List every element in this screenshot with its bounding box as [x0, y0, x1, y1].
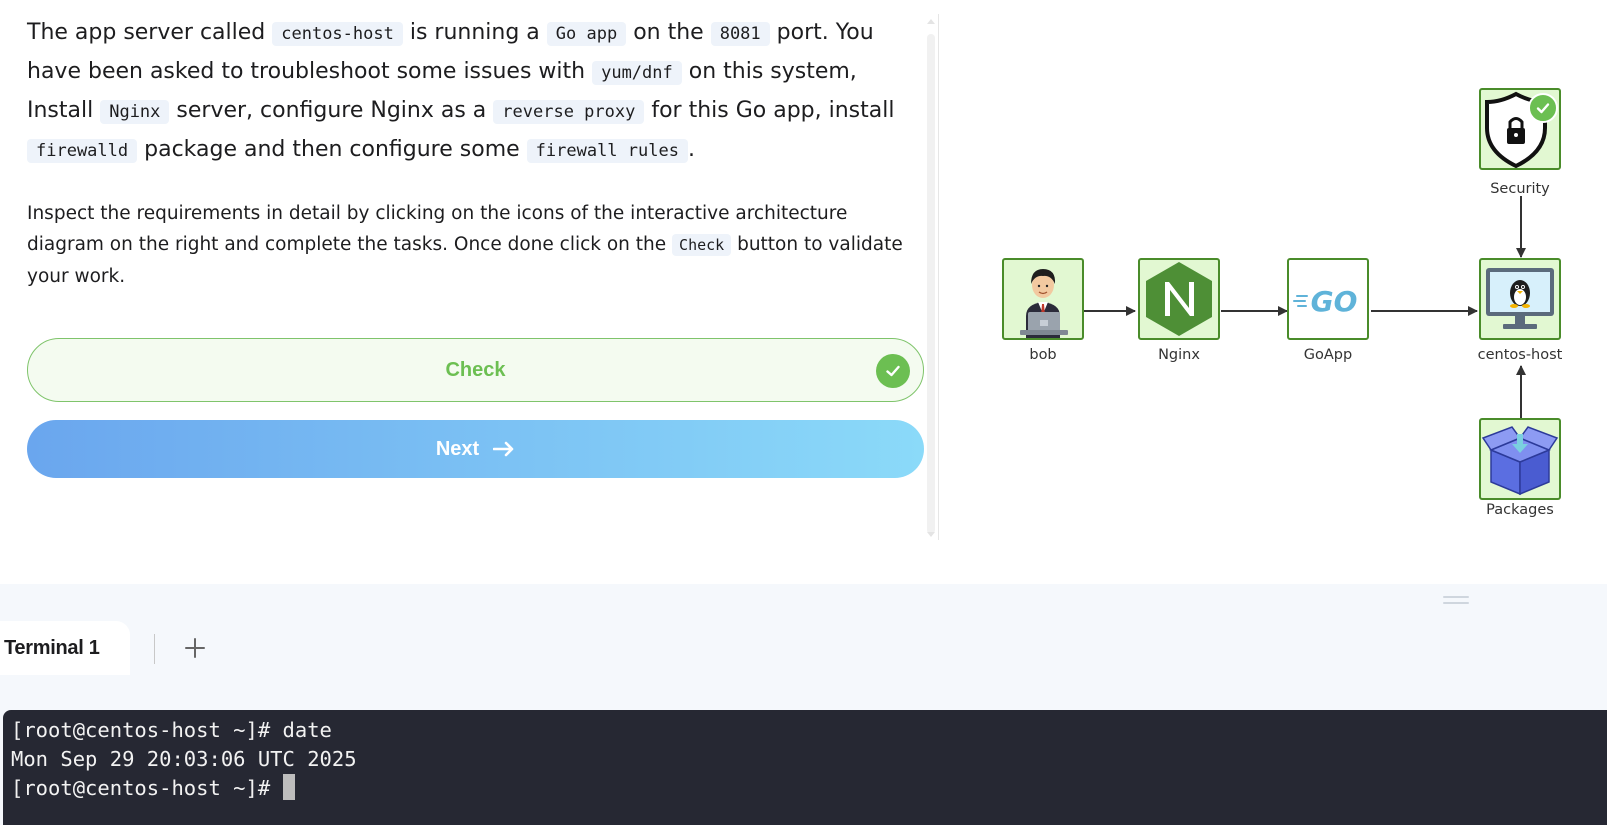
task-description: The app server called centos-host is run… [27, 14, 927, 292]
tab-label: Terminal 1 [4, 636, 100, 659]
nginx-logo-icon [1146, 262, 1212, 336]
node-goapp[interactable]: GO [1287, 258, 1369, 340]
node-packages[interactable] [1479, 418, 1561, 500]
code-yum-dnf: yum/dnf [592, 61, 682, 85]
intro-text: The app server called [27, 20, 273, 45]
tab-separator [154, 634, 155, 664]
code-firewalld: firewalld [27, 139, 138, 163]
scroll-thumb[interactable] [927, 34, 935, 534]
scroll-down-icon [927, 532, 935, 537]
intro-text: on the [626, 20, 711, 45]
terminal-cursor [282, 774, 295, 800]
node-label-nginx: Nginx [1158, 347, 1200, 363]
node-centos-host[interactable] [1479, 258, 1561, 340]
node-label-goapp: GoApp [1303, 347, 1353, 363]
code-reverse-proxy: reverse proxy [493, 100, 645, 124]
code-centos-host: centos-host [272, 22, 403, 46]
code-go-app: Go app [546, 22, 627, 46]
code-port: 8081 [710, 22, 770, 46]
panel-divider [938, 14, 939, 540]
terminal-prompt: [root@centos-host ~]# [11, 776, 283, 800]
node-label-packages: Packages [1486, 502, 1554, 518]
intro-text: package and then configure some [137, 137, 527, 162]
next-button-label: Next [435, 437, 480, 460]
check-success-icon [876, 354, 910, 388]
terminal-line: Mon Sep 29 20:03:06 UTC 2025 [11, 747, 357, 771]
task-scrollbar[interactable] [925, 16, 937, 540]
task-instructions: Inspect the requirements in detail by cl… [27, 198, 922, 292]
svg-text:GO: GO [1311, 285, 1358, 318]
linux-monitor-icon [1486, 268, 1554, 329]
next-button[interactable]: Next [27, 420, 924, 478]
code-nginx: Nginx [100, 100, 170, 124]
node-label-centos-host: centos-host [1477, 347, 1563, 363]
check-button-label: Check [445, 358, 506, 381]
code-check: Check [672, 234, 732, 256]
resize-handle[interactable] [1443, 596, 1469, 606]
terminal-prompt-line: [root@centos-host ~]# [11, 774, 1599, 803]
node-bob[interactable] [1002, 258, 1084, 340]
intro-text: . [687, 137, 695, 162]
intro-text: is running a [402, 20, 547, 45]
scroll-up-icon [927, 19, 935, 24]
task-intro: The app server called centos-host is run… [27, 14, 927, 170]
package-box-icon [1481, 426, 1559, 496]
node-label-bob: bob [1029, 347, 1057, 363]
user-at-laptop-icon [1020, 269, 1068, 338]
node-nginx[interactable] [1138, 258, 1220, 340]
lab-top-panel: The app server called centos-host is run… [0, 0, 1607, 584]
intro-text: for this Go app, install [644, 98, 895, 123]
terminal-line: [root@centos-host ~]# date [11, 718, 332, 742]
check-button[interactable]: Check [27, 338, 924, 402]
intro-text: server, configure Nginx as a [169, 98, 494, 123]
go-logo-icon: GO [1293, 285, 1358, 318]
architecture-diagram: bob Nginx GO GoApp centos-host Security … [940, 0, 1607, 584]
plus-icon [185, 638, 205, 658]
terminal-tabbar: Terminal 1 [0, 621, 1607, 675]
add-terminal-button[interactable] [180, 633, 210, 663]
terminal-output[interactable]: [root@centos-host ~]# date Mon Sep 29 20:… [3, 710, 1607, 825]
terminal-section: Terminal 1 [root@centos-host ~]# date Mon… [0, 584, 1607, 825]
node-label-security: Security [1490, 181, 1550, 197]
node-security[interactable] [1479, 88, 1561, 170]
tab-terminal-1[interactable]: Terminal 1 [0, 621, 130, 675]
arrow-right-icon [493, 441, 515, 457]
completed-check-icon [1528, 93, 1558, 123]
code-firewall-rules: firewall rules [526, 139, 688, 163]
